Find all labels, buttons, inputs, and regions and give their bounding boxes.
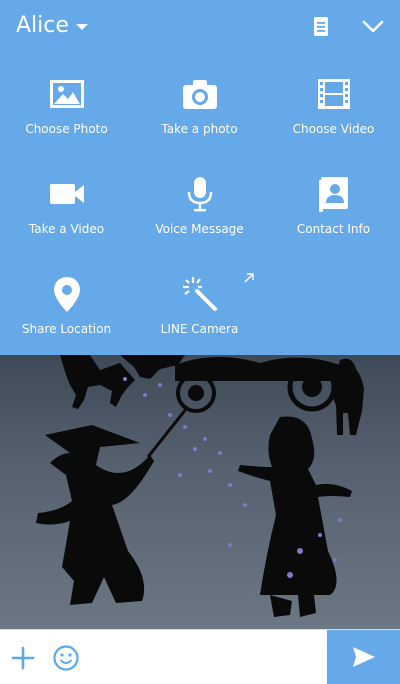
chat-wallpaper bbox=[0, 355, 400, 629]
share-location-button[interactable]: Share Location bbox=[0, 264, 133, 356]
collapse-icon[interactable] bbox=[360, 14, 386, 40]
choose-photo-label: Choose Photo bbox=[25, 122, 108, 136]
choose-video-label: Choose Video bbox=[292, 122, 375, 136]
take-video-button[interactable]: Take a Video bbox=[0, 164, 133, 256]
plus-icon[interactable] bbox=[10, 645, 36, 671]
image-icon bbox=[49, 80, 84, 108]
contact-name[interactable]: Alice bbox=[16, 12, 69, 40]
message-input[interactable] bbox=[92, 638, 324, 678]
film-icon bbox=[317, 79, 350, 109]
magic-wand-icon bbox=[182, 277, 217, 311]
choose-photo-button[interactable]: Choose Photo bbox=[0, 64, 133, 156]
message-input-bar bbox=[0, 629, 400, 684]
voice-message-button[interactable]: Voice Message bbox=[133, 164, 266, 256]
share-location-label: Share Location bbox=[21, 322, 112, 336]
contact-card-icon bbox=[318, 177, 348, 212]
chat-header: Alice bbox=[0, 0, 400, 54]
send-icon bbox=[353, 647, 375, 667]
chat-screen: Alice Choose Photo Take a photo Choose V… bbox=[0, 0, 400, 684]
contact-info-label: Contact Info bbox=[296, 222, 371, 236]
emoji-icon[interactable] bbox=[52, 644, 80, 672]
camera-icon bbox=[182, 80, 217, 109]
line-camera-label: LINE Camera bbox=[160, 322, 239, 336]
take-video-label: Take a Video bbox=[28, 222, 105, 236]
contact-info-button[interactable]: Contact Info bbox=[267, 164, 400, 256]
send-button[interactable] bbox=[327, 630, 400, 684]
wallpaper-illustration bbox=[36, 355, 364, 617]
take-photo-button[interactable]: Take a photo bbox=[133, 64, 266, 156]
take-photo-label: Take a photo bbox=[161, 122, 238, 136]
voice-message-label: Voice Message bbox=[155, 222, 244, 236]
attachment-panel: Alice Choose Photo Take a photo Choose V… bbox=[0, 0, 400, 355]
choose-video-button[interactable]: Choose Video bbox=[267, 64, 400, 156]
video-camera-icon bbox=[49, 184, 84, 204]
external-link-arrow-icon bbox=[244, 273, 254, 283]
chevron-down-icon[interactable] bbox=[76, 24, 88, 30]
location-pin-icon bbox=[53, 277, 80, 312]
microphone-icon bbox=[187, 177, 212, 212]
note-icon[interactable] bbox=[308, 14, 334, 40]
